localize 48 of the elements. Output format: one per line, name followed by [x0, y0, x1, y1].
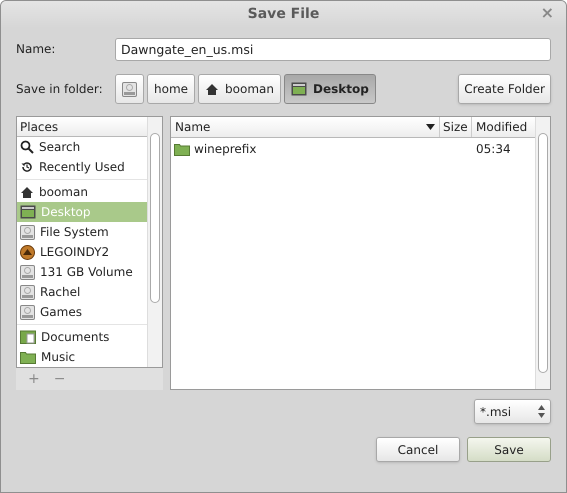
file-name: wineprefix: [194, 141, 256, 158]
file-modified: 05:34: [476, 142, 511, 156]
file-row[interactable]: wineprefix 05:34: [171, 138, 535, 160]
cancel-button[interactable]: Cancel: [376, 437, 460, 462]
places-item[interactable]: Games: [17, 302, 147, 322]
drive-icon: [20, 284, 35, 300]
create-folder-button[interactable]: Create Folder: [458, 74, 551, 104]
places-item[interactable]: 131 GB Volume: [17, 262, 147, 282]
places-item[interactable]: Rachel: [17, 282, 147, 302]
places-item[interactable]: File System: [17, 222, 147, 242]
folder-icon: [20, 350, 36, 364]
name-label: Name:: [16, 41, 56, 58]
places-item[interactable]: LEGOINDY2: [17, 242, 147, 262]
scrollbar[interactable]: [147, 117, 162, 367]
folder-icon: [174, 142, 190, 156]
house-icon: [205, 82, 220, 96]
drive-icon: [20, 224, 35, 240]
save-button[interactable]: Save: [467, 437, 551, 462]
places-item[interactable]: Music: [17, 347, 147, 367]
places-item[interactable]: booman: [17, 182, 147, 202]
save-in-folder-label: Save in folder:: [16, 81, 104, 98]
column-header[interactable]: Name: [171, 117, 440, 137]
drive-icon: [122, 82, 137, 96]
desktop-icon: [290, 82, 307, 96]
path-button[interactable]: booman: [198, 74, 281, 104]
house-icon: [20, 186, 34, 198]
documents-folder-icon: [20, 330, 36, 344]
column-header[interactable]: Modified: [472, 117, 535, 137]
drive-icon: [20, 264, 35, 280]
search-icon: [20, 140, 34, 154]
desktop-icon: [20, 205, 36, 219]
places-item[interactable]: Recently Used: [17, 157, 147, 177]
window-title: Save File: [248, 4, 320, 24]
clock-arrow-icon: [20, 160, 34, 174]
path-button[interactable]: Desktop: [284, 74, 376, 104]
places-item[interactable]: Documents: [17, 327, 147, 347]
column-header[interactable]: Size: [440, 117, 472, 137]
sort-arrow-icon: [426, 124, 435, 130]
path-button[interactable]: home: [147, 74, 196, 104]
name-field[interactable]: Dawngate_en_us.msi: [115, 38, 551, 60]
places-item[interactable]: Search: [17, 137, 147, 157]
places-header: Places: [17, 117, 147, 137]
drive-icon: [20, 304, 35, 320]
scrollbar[interactable]: [535, 117, 550, 389]
disc-icon: [20, 244, 35, 260]
spinner-arrows-icon: [538, 405, 545, 418]
filter-dropdown[interactable]: *.msi: [474, 399, 551, 424]
path-button[interactable]: [115, 74, 144, 104]
